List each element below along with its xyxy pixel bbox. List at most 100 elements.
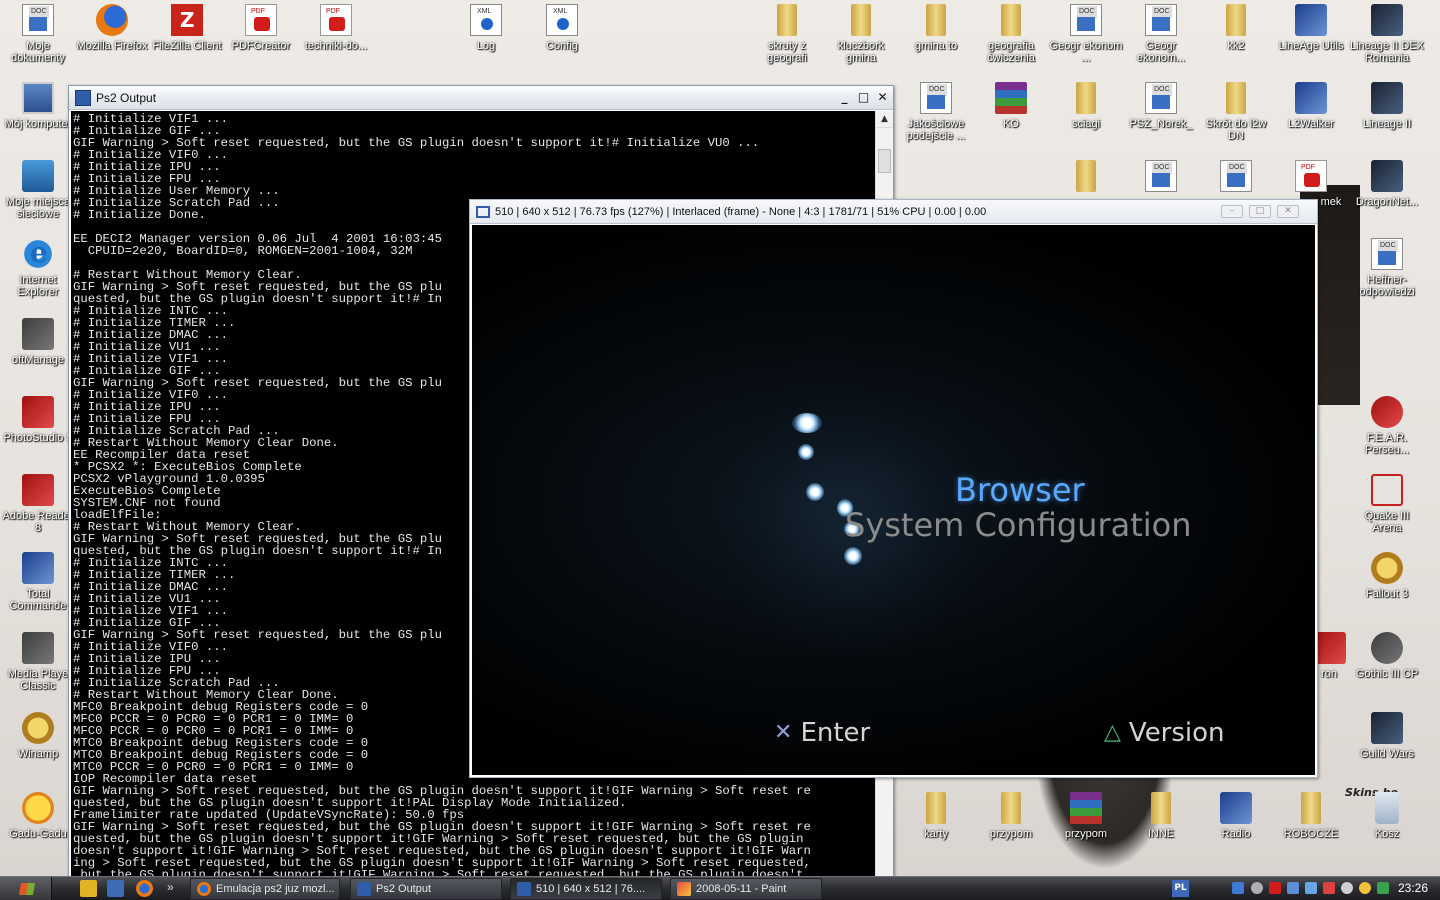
tray-bluetooth-icon[interactable]: [1232, 882, 1244, 894]
gs-window[interactable]: 510 | 640 x 512 | 76.73 fps (127%) | Int…: [469, 199, 1318, 778]
internet-explorer-icon: [22, 236, 54, 270]
taskbar-task-paint[interactable]: 2008-05-11 - Paint: [670, 878, 822, 900]
tray-ati-icon[interactable]: [1269, 882, 1281, 894]
desktop-icon-gothic[interactable]: Gothic III CP: [1349, 632, 1425, 680]
desktop-icon-recycle-bin[interactable]: Kosz: [1349, 792, 1425, 840]
close-button[interactable]: ✕: [874, 89, 891, 106]
desktop-icon-folder-partial[interactable]: [1048, 160, 1124, 196]
desktop-icon-heffner[interactable]: Heffner-odpowiedzi: [1349, 238, 1425, 298]
desktop-icon-jakosciowe[interactable]: Jakościowe podejście ...: [898, 82, 974, 142]
desktop-icon-quake[interactable]: Quake III Arena: [1349, 474, 1425, 534]
folder-icon: [851, 4, 871, 36]
menu-item-system-configuration[interactable]: System Configuration: [845, 506, 1192, 544]
desktop-icon-media-player[interactable]: Media Playe Classic: [0, 632, 76, 692]
desktop-icon-geografia[interactable]: geografia ćwiczenia: [973, 4, 1049, 64]
desktop-icon-my-documents[interactable]: Moje dokumenty: [0, 4, 76, 64]
minimize-button[interactable]: –: [1221, 205, 1243, 218]
desktop-icon-internet-explorer[interactable]: Internet Explorer: [0, 236, 76, 298]
tray-volume-icon[interactable]: [1341, 882, 1353, 894]
start-button[interactable]: [0, 877, 52, 900]
firefox-icon: [96, 4, 128, 36]
quicklaunch-firefox-icon[interactable]: [136, 880, 153, 897]
tray-network-icon[interactable]: [1287, 882, 1299, 894]
desktop-icon-winamp[interactable]: Winamp: [0, 712, 76, 760]
recycle-bin-icon: [1375, 792, 1399, 824]
app-icon: [1314, 632, 1346, 664]
desktop-icon-firefox[interactable]: Mozilla Firefox: [74, 4, 150, 52]
desktop-icon-geogr-1[interactable]: Geogr ekonom ...: [1048, 4, 1124, 64]
desktop-icon-guild-wars[interactable]: Guild Wars: [1349, 712, 1425, 760]
console-window-title: Ps2 Output: [96, 90, 157, 105]
quicklaunch-show-desktop-icon[interactable]: [107, 880, 124, 897]
desktop-icon-inne[interactable]: INNE: [1123, 792, 1199, 840]
desktop-icon-sciagi[interactable]: sciagi: [1048, 82, 1124, 130]
taskbar-task-firefox[interactable]: Emulacja ps2 juz mozl...: [190, 878, 340, 900]
desktop-icon-przypom-rar[interactable]: przypom: [1048, 792, 1124, 840]
my-computer-icon: [22, 82, 54, 114]
desktop-icon-fallout[interactable]: Fallout 3: [1349, 552, 1425, 600]
desktop-icon-skrot-l2w[interactable]: Skrót do l2w DN: [1198, 82, 1274, 142]
quicklaunch-overflow-chevron-icon[interactable]: »: [167, 880, 174, 894]
word-doc-icon: [1371, 238, 1403, 270]
desktop-icon-dragonnet[interactable]: DragonNet...: [1349, 160, 1425, 208]
task-label: Emulacja ps2 juz mozl...: [216, 883, 335, 895]
desktop-icon-psz-norek[interactable]: PSZ_Norek_: [1123, 82, 1199, 130]
desktop-icon-karty[interactable]: karty: [898, 792, 974, 840]
pdfcreator-icon: [245, 4, 277, 36]
desktop-icon-skruty[interactable]: skruty z geografi: [749, 4, 825, 64]
desktop-icon-lineage-dex[interactable]: Lineage II DEX Romania: [1349, 4, 1425, 64]
desktop-icon-radio[interactable]: Radio: [1198, 792, 1274, 840]
desktop-icon-gmina[interactable]: gmina to: [898, 4, 974, 52]
tray-messenger-icon[interactable]: [1359, 882, 1371, 894]
ps2-browser-screen[interactable]: Browser System Configuration ✕ Enter △ V…: [472, 225, 1315, 775]
pcsx2-icon: [517, 882, 531, 896]
desktop-icon-ko[interactable]: KO: [973, 82, 1049, 130]
menu-item-browser[interactable]: Browser: [955, 471, 1085, 509]
desktop-icon-fear[interactable]: F.E.A.R. Perseu...: [1349, 396, 1425, 456]
tray-update-icon[interactable]: [1377, 882, 1389, 894]
maximize-button[interactable]: □: [1249, 205, 1271, 218]
tray-gear-icon[interactable]: [1251, 882, 1263, 894]
console-titlebar[interactable]: Ps2 Output _ □ ✕: [69, 86, 893, 110]
desktop-icon-kluczbork[interactable]: kluczbork gmina: [823, 4, 899, 64]
quicklaunch-launch-icon[interactable]: [80, 880, 97, 897]
desktop-icon-przypom-folder[interactable]: przypom: [973, 792, 1049, 840]
desktop-icon-techniki[interactable]: techniki-do...: [298, 4, 374, 52]
desktop-icon-adobe-reader[interactable]: Adobe Reader 8: [0, 474, 76, 534]
folder-icon: [1001, 792, 1021, 824]
desktop-icon-my-computer[interactable]: Mój komputer: [0, 82, 76, 130]
gs-titlebar[interactable]: 510 | 640 x 512 | 76.73 fps (127%) | Int…: [470, 200, 1317, 224]
tray-monitor-icon[interactable]: [1305, 882, 1317, 894]
desktop-icon-l2walker[interactable]: L2Walker: [1273, 82, 1349, 130]
desktop-icon-doc-partial-1[interactable]: [1123, 160, 1199, 196]
desktop-icon-photostudio[interactable]: PhotoStudio 5: [0, 396, 76, 444]
desktop-icon-filezilla[interactable]: FileZilla Client: [149, 4, 225, 52]
version-button-hint: △ Version: [1104, 718, 1225, 748]
folder-icon: [1301, 792, 1321, 824]
desktop-icon-network-places[interactable]: Moje miejsca sieciowe: [0, 160, 76, 220]
desktop-icon-pdfcreator[interactable]: PDFCreator: [223, 4, 299, 52]
desktop-icon-lineage-2[interactable]: Lineage II: [1349, 82, 1425, 130]
pcsx2-icon: [357, 882, 371, 896]
scroll-up-arrow-icon[interactable]: ▲: [876, 111, 893, 128]
tray-antivirus-icon[interactable]: [1323, 882, 1335, 894]
desktop-icon-geogr-2[interactable]: Geogr ekonom...: [1123, 4, 1199, 64]
desktop-icon-gadu-gadu[interactable]: Gadu-Gadu: [0, 792, 76, 840]
desktop-icon-robocze[interactable]: ROBOCZE: [1273, 792, 1349, 840]
fallout-icon: [1371, 552, 1403, 584]
desktop-icon-total-commander[interactable]: Total Commande: [0, 552, 76, 612]
desktop-icon-config[interactable]: Config: [524, 4, 600, 52]
language-indicator[interactable]: PL: [1172, 880, 1189, 897]
maximize-button[interactable]: □: [855, 89, 872, 106]
minimize-button[interactable]: _: [836, 89, 853, 106]
taskbar-task-gs-window[interactable]: 510 | 640 x 512 | 76....: [510, 878, 662, 900]
desktop-icon-lineage-utils[interactable]: LineAge Utils: [1273, 4, 1349, 52]
desktop-icon-log[interactable]: Log: [448, 4, 524, 52]
scroll-thumb[interactable]: [878, 149, 891, 173]
close-button[interactable]: ✕: [1277, 205, 1299, 218]
taskbar-task-ps2-output[interactable]: Ps2 Output: [350, 878, 502, 900]
desktop-icon-kk2[interactable]: kk2: [1198, 4, 1274, 52]
desktop-icon-softmanage[interactable]: oftManage: [0, 318, 76, 366]
ps2-orb: [792, 413, 822, 433]
desktop-icon-doc-partial-2[interactable]: [1198, 160, 1274, 196]
